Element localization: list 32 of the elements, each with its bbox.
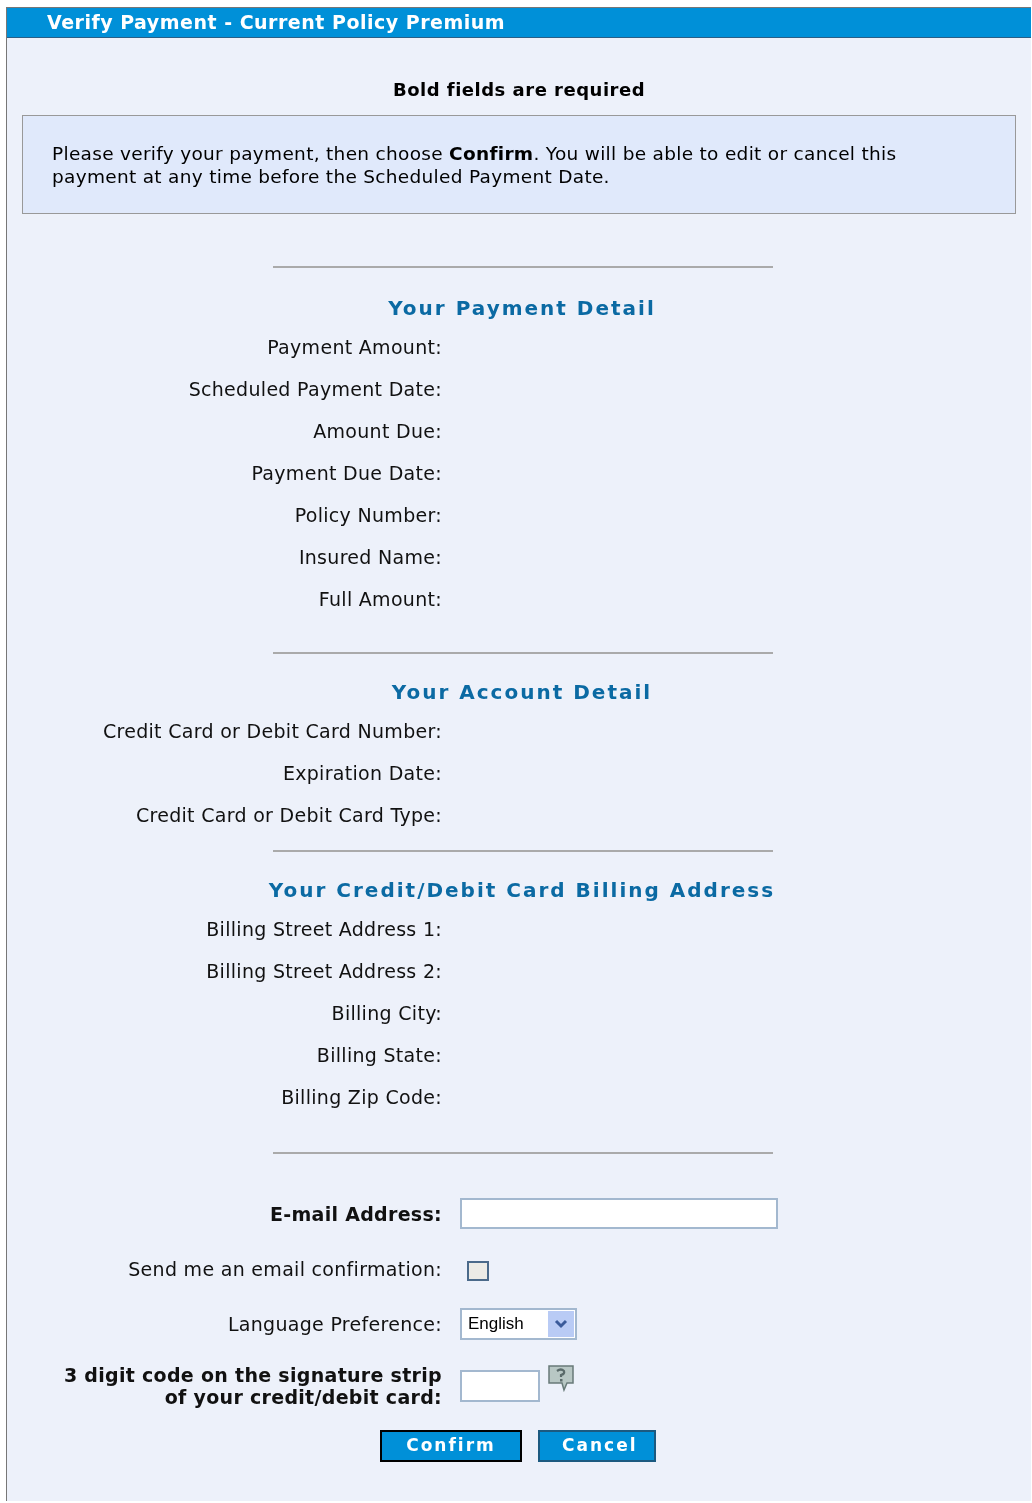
section-heading: Your Account Detail (391, 679, 653, 705)
confirm-button[interactable]: Confirm (380, 1430, 522, 1462)
field-label: Send me an email confirmation: (128, 1258, 442, 1280)
field-label: Billing Zip Code: (281, 1085, 442, 1109)
field-label: Amount Due: (313, 419, 442, 443)
field-label: Policy Number: (294, 503, 442, 527)
checkbox[interactable] (467, 1261, 489, 1281)
field-label: E-mail Address: (270, 1202, 442, 1225)
window-title: Verify Payment - Current Policy Premium (47, 10, 506, 36)
field-label: Expiration Date: (282, 761, 442, 785)
field-label: Billing City: (331, 1001, 442, 1025)
field-label: Payment Due Date: (251, 461, 442, 485)
field-label: Billing State: (316, 1043, 442, 1067)
field-label: Scheduled Payment Date: (188, 377, 442, 401)
field-label: Language Preference: (227, 1313, 442, 1335)
required-note: Bold fields are required (392, 78, 646, 102)
field-label: Billing Street Address 1: (206, 917, 442, 941)
field-label: Credit Card or Debit Card Type: (135, 803, 442, 827)
field-label: Full Amount: (318, 587, 442, 611)
section-heading: Your Credit/Debit Card Billing Address (268, 877, 776, 903)
language-dropdown[interactable]: English (460, 1308, 577, 1340)
field-label: Billing Street Address 2: (206, 959, 442, 983)
help-icon[interactable] (546, 1364, 576, 1392)
field-label: Payment Amount: (267, 335, 442, 359)
info-text: Please verify your payment, then choose Confirm. You will be able to edit or cancel this payment at any time before the Scheduled Payment Date. (52, 142, 898, 188)
section-heading: Your Payment Detail (388, 295, 656, 321)
field-label: Credit Card or Debit Card Number: (102, 719, 442, 743)
code-input-field[interactable] (460, 1370, 540, 1402)
field-label: Insured Name: (298, 545, 442, 569)
field-label: 3 digit code on the signature strip of your credit/debit card: (63, 1364, 442, 1408)
email-input-field[interactable] (460, 1198, 778, 1229)
cancel-button[interactable]: Cancel (538, 1430, 656, 1462)
